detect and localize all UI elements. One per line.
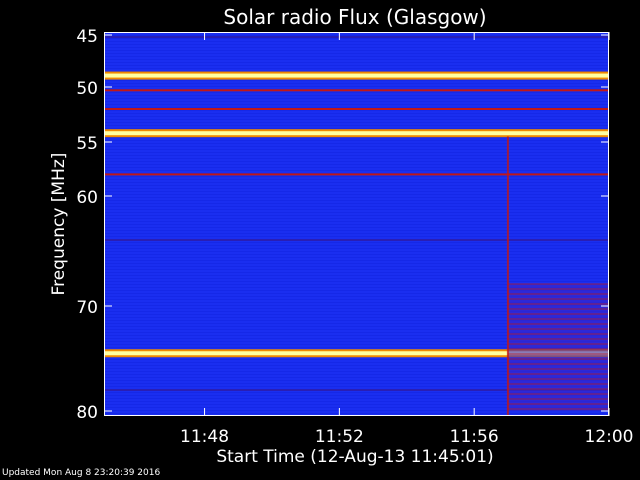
y-tick-label: 60 [76, 188, 98, 208]
updated-timestamp: Updated Mon Aug 8 23:20:39 2016 [2, 468, 161, 478]
y-tick-label: 50 [76, 79, 98, 99]
activity-fill [507, 284, 609, 411]
emission-band [104, 131, 609, 136]
y-axis-label: Frequency [MHz] [49, 153, 69, 296]
x-tick-label: 12:00 [585, 427, 634, 447]
chart-title: Solar radio Flux (Glasgow) [223, 5, 486, 29]
emission-band [104, 173, 609, 176]
y-tick-label: 70 [76, 298, 98, 318]
y-tick-label: 45 [76, 27, 98, 47]
y-tick-label: 80 [76, 403, 98, 423]
x-axis-label: Start Time (12-Aug-13 11:45:01) [216, 447, 493, 467]
emission-band [104, 73, 609, 78]
x-tick-label: 11:56 [450, 427, 499, 447]
emission-band [104, 108, 609, 110]
spectrogram-chart: 45 50 55 60 70 80 11:48 11:52 11:56 12:00 Solar … [49, 5, 634, 467]
emission-band [104, 36, 609, 39]
x-tick-label: 11:52 [315, 427, 364, 447]
emission-band [104, 89, 609, 92]
x-tick-label: 11:48 [180, 427, 229, 447]
emission-band [104, 239, 609, 241]
y-tick-label: 55 [76, 134, 98, 154]
plot-area [104, 32, 609, 416]
